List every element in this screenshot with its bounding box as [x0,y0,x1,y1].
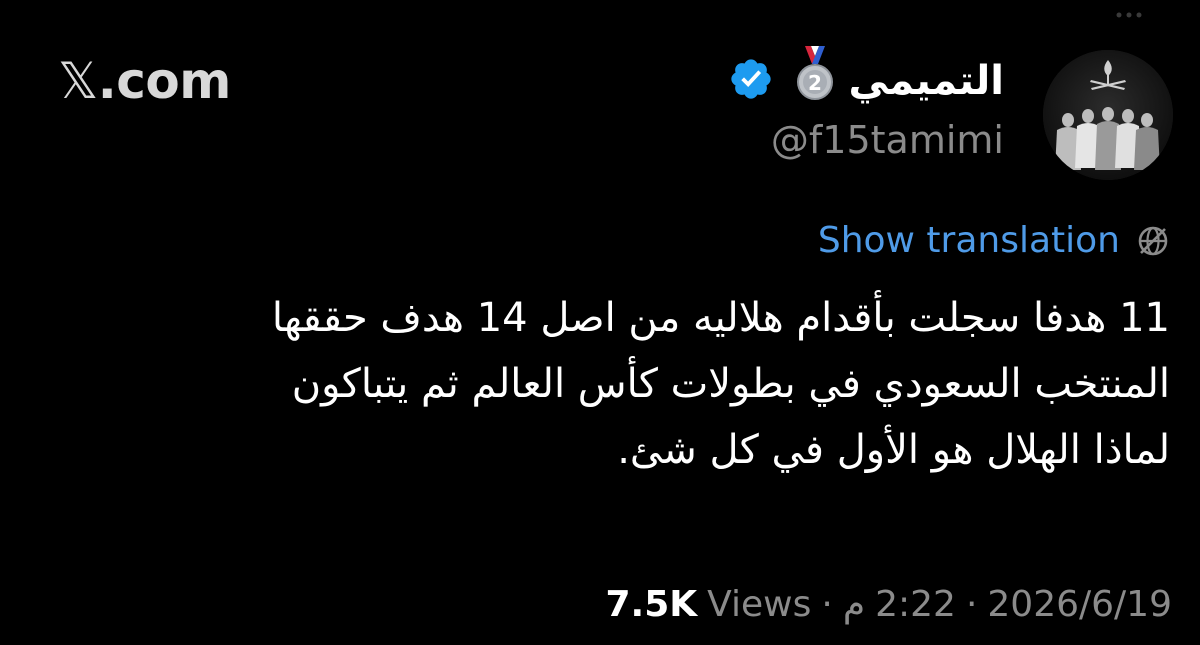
translate-row: Show translation [818,220,1170,261]
medal-icon: 2 [797,46,833,100]
tweet-time[interactable]: 2:22 [875,584,956,625]
tweet-text: 11 هدفا سجلت بأقدام هلاليه من اصل 14 هدف… [40,285,1170,483]
meta-separator: · [821,584,833,625]
tweet-date[interactable]: 2026/6/19 [987,584,1172,625]
display-name[interactable]: التميمي [849,58,1005,104]
brand-domain: .com [97,52,232,110]
views-label: Views [707,584,812,625]
time-period: م [842,584,866,625]
x-logo-icon: 𝕏 [58,52,98,110]
show-translation-link[interactable]: Show translation [818,220,1120,261]
medal-number: 2 [808,71,822,95]
more-options-icon[interactable] [1116,12,1142,18]
user-handle[interactable]: @f15tamimi [771,118,1004,162]
tweet-line-3: لماذا الهلال هو الأول في كل شئ. [617,427,1170,473]
verified-badge-icon [731,59,771,99]
tweet-meta: 7.5K Views · م 2:22 · 2026/6/19 [606,584,1173,625]
avatar-image [1043,50,1173,180]
avatar[interactable] [1043,50,1173,180]
views-count: 7.5K [605,584,698,625]
meta-separator: · [965,584,978,625]
tweet-line-1: 11 هدفا سجلت بأقدام هلاليه من اصل 14 هدف… [271,295,1170,341]
globe-icon [1138,226,1168,255]
brand-watermark: 𝕏.com [58,52,231,110]
tweet-line-2: المنتخب السعودي في بطولات كأس العالم ثم … [291,361,1170,407]
